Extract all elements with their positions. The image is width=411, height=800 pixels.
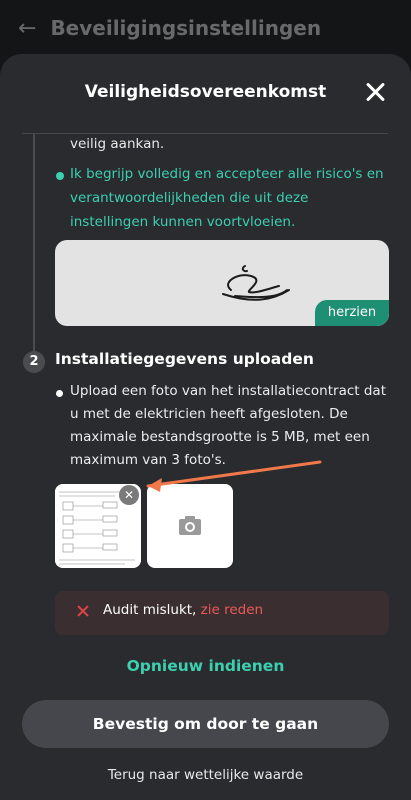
instruction-bullet [56,390,63,397]
step-connector-line [33,134,35,352]
step-title: Installatiegegevens uploaden [55,350,314,368]
close-icon[interactable] [361,78,389,106]
acknowledgement-text: Ik begrijp volledig en accepteer alle ri… [70,166,384,230]
back-to-legal-value-link[interactable]: Terug naar wettelijke waarde [0,767,411,783]
top-app-bar: ← Beveiligingsinstellingen [0,0,411,56]
arrow-left-icon[interactable]: ← [18,16,36,41]
dialog-title: Veiligheidsovereenkomst [84,82,327,102]
error-x-icon [76,604,90,618]
see-reason-link[interactable]: zie reden [201,602,263,618]
confirm-continue-button[interactable]: Bevestig om door te gaan [22,700,389,748]
camera-icon [179,516,201,535]
signature-box[interactable]: herzien [55,240,389,326]
audit-status-text: Audit mislukt, zie reden [103,602,263,618]
upload-instruction: Upload een foto van het installatiecontr… [70,383,386,468]
agreement-text-tail: veilig aankan. [70,136,165,152]
step-number-badge: 2 [23,351,45,373]
page-title: Beveiligingsinstellingen [50,16,322,40]
add-photo-button[interactable] [147,484,233,568]
acknowledgement-bullet [56,172,64,180]
audit-message: Audit mislukt, [103,602,197,618]
header-divider [22,133,388,134]
remove-photo-icon[interactable]: ✕ [119,485,139,505]
review-signature-button[interactable]: herzien [315,300,389,326]
resubmit-button[interactable]: Opnieuw indienen [0,657,411,675]
